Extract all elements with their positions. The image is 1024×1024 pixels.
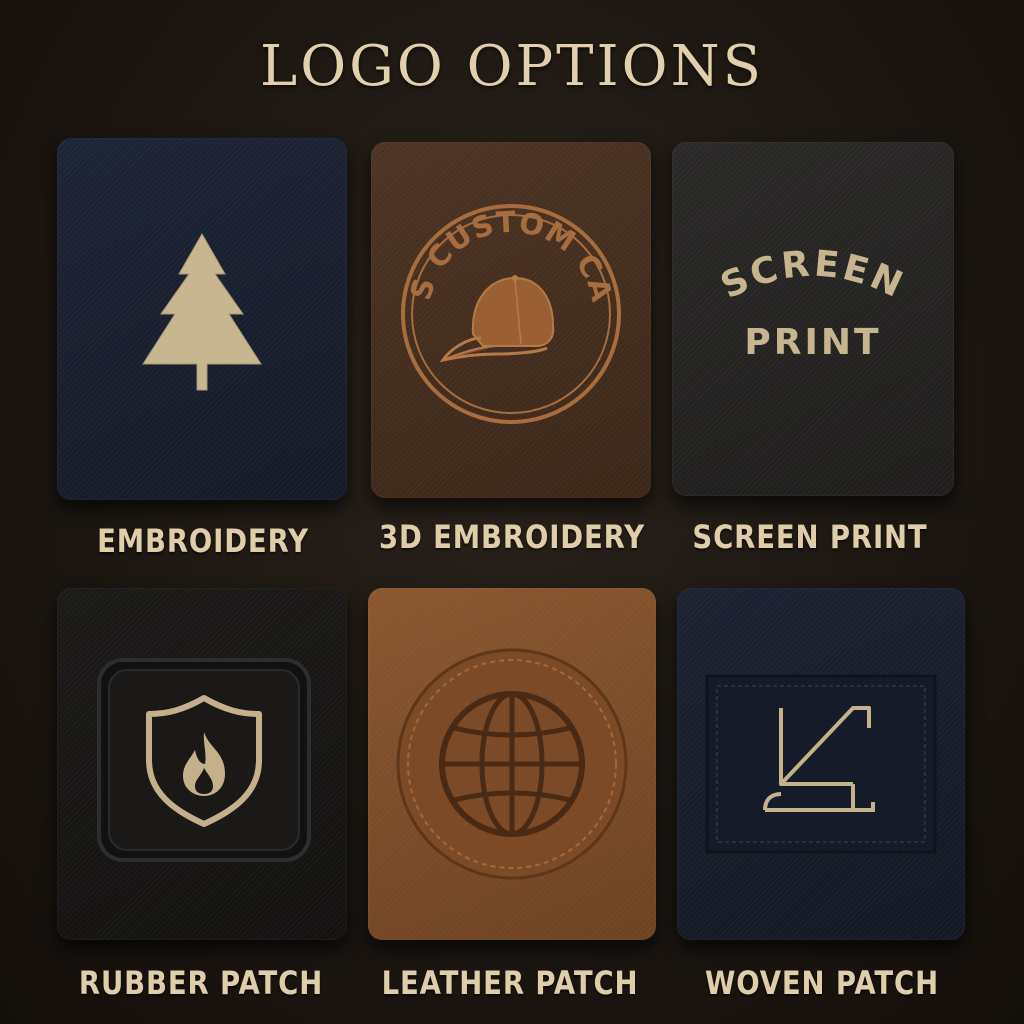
pine-tree-icon — [142, 232, 262, 391]
option-label-leather-patch: LEATHER PATCH — [381, 964, 639, 1002]
svg-text:SCREEN: SCREEN — [715, 243, 911, 307]
cap-badge-icon: US CUSTOM CAP — [371, 142, 621, 424]
svg-text:US CUSTOM CAP: US CUSTOM CAP — [371, 142, 619, 306]
badge-text: US CUSTOM CAP — [371, 142, 618, 306]
screen-print-card[interactable]: SCREEN PRINT — [672, 142, 954, 496]
3d-embroidery-card[interactable]: US CUSTOM CAP — [371, 142, 651, 498]
shield-flame-icon — [97, 658, 311, 862]
option-label-embroidery: EMBROIDERY — [97, 522, 309, 560]
monogram-icon — [705, 674, 937, 854]
option-label-woven-patch: WOVEN PATCH — [704, 964, 939, 1002]
option-label-rubber-patch: RUBBER PATCH — [78, 964, 324, 1002]
embroidery-card[interactable] — [57, 138, 347, 500]
page-title: LOGO OPTIONS — [260, 34, 764, 99]
leather-patch-card[interactable] — [368, 588, 656, 940]
rubber-patch-card[interactable] — [57, 588, 347, 940]
woven-patch-card[interactable] — [677, 588, 965, 940]
option-label-screen-print: SCREEN PRINT — [692, 518, 928, 556]
print-text: PRINT — [744, 322, 881, 363]
screen-print-icon: SCREEN PRINT — [715, 243, 911, 363]
screen-text: SCREEN — [715, 243, 908, 307]
globe-icon — [396, 648, 628, 880]
option-label-3d-embroidery: 3D EMBROIDERY — [378, 518, 645, 556]
